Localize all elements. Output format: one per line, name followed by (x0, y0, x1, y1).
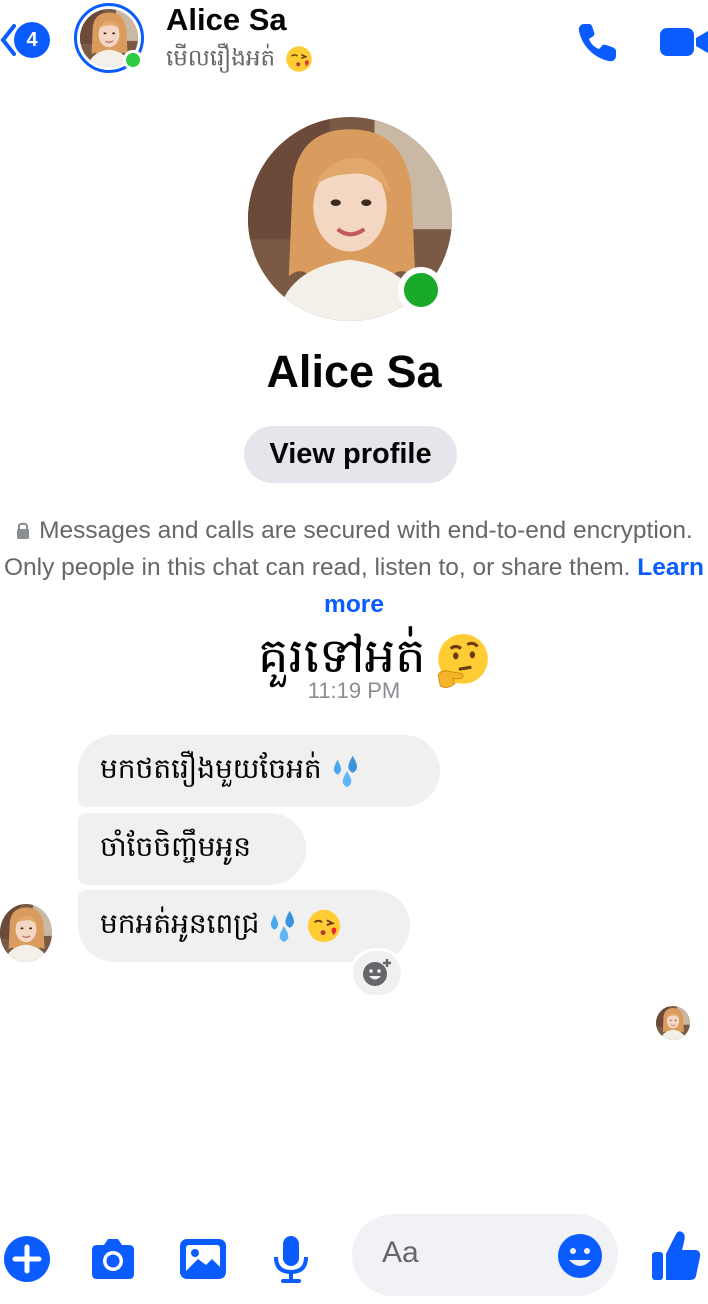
microphone-icon[interactable] (266, 1234, 316, 1284)
lock-icon (17, 522, 30, 539)
message-text: មកថតរឿងមួយចែអត់ (100, 751, 322, 785)
overlay-caption: គួរទៅអត់ (258, 626, 492, 696)
video-camera-icon[interactable] (658, 20, 708, 64)
image-icon[interactable] (178, 1234, 228, 1284)
plus-icon[interactable] (2, 1234, 52, 1284)
encryption-notice: Messages and calls are secured with end-… (0, 512, 708, 623)
status-text: មើលរឿងអត់ (166, 45, 276, 72)
sweat-droplets-icon (328, 752, 366, 790)
view-profile-button[interactable]: View profile (244, 426, 457, 483)
emoji-icon[interactable] (556, 1232, 604, 1280)
kissing-face-icon (305, 907, 343, 945)
online-indicator (398, 267, 444, 313)
phone-icon[interactable] (574, 18, 622, 66)
profile-name: Alice Sa (266, 346, 442, 397)
profile-avatar[interactable] (248, 117, 452, 321)
online-indicator (123, 50, 143, 70)
back-button[interactable]: 4 (0, 20, 50, 60)
contact-status: មើលរឿងអត់ (166, 44, 314, 78)
sweat-droplets-icon (265, 907, 303, 945)
seen-receipt-avatar (656, 1006, 690, 1040)
message-text: មកអត់អូនពេជ្រ (100, 906, 260, 940)
thumbs-up-icon[interactable] (650, 1228, 702, 1282)
message-input[interactable]: Aa (352, 1214, 618, 1296)
message-bubble[interactable]: មកថតរឿងមួយចែអត់ (78, 735, 440, 807)
contact-name[interactable]: Alice Sa (166, 2, 287, 38)
add-reaction-icon (363, 959, 391, 986)
message-composer: Aa (0, 1214, 708, 1304)
unread-badge: 4 (14, 22, 50, 58)
message-bubble[interactable]: ចាំចែចិញ្ចឹមអូន (78, 813, 306, 885)
camera-icon[interactable] (88, 1234, 138, 1284)
message-text: ចាំចែចិញ្ចឹមអូន (100, 829, 252, 863)
contact-avatar[interactable] (74, 3, 144, 73)
sender-avatar[interactable] (0, 904, 52, 962)
add-reaction-button[interactable] (350, 948, 404, 998)
thinking-face-icon (437, 634, 488, 688)
chat-header: 4 Alice Sa មើលរឿងអត់ (0, 0, 708, 90)
overlay-caption-text: គួរទៅអត់ (258, 628, 426, 684)
message-input-placeholder: Aa (382, 1236, 419, 1269)
kissing-face-icon (284, 44, 314, 74)
encryption-text: Messages and calls are secured with end-… (4, 517, 693, 581)
